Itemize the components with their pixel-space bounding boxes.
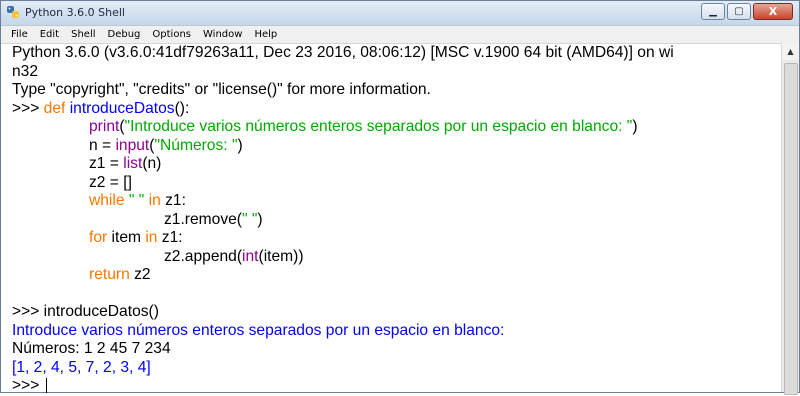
shell-token: item bbox=[107, 229, 146, 246]
shell-token: print bbox=[89, 118, 120, 135]
shell-line: print("Introduce varios números enteros … bbox=[12, 118, 781, 137]
title-bar[interactable]: Python 3.6.0 Shell ▁ ▢ X bbox=[1, 1, 799, 26]
shell-line: z2 = [] bbox=[12, 174, 781, 193]
shell-token: z1: bbox=[157, 229, 183, 246]
vertical-scrollbar[interactable]: ▲ bbox=[781, 43, 799, 395]
shell-line: n = input("Números: ") bbox=[12, 137, 781, 156]
menu-options[interactable]: Options bbox=[146, 29, 197, 40]
window-controls: ▁ ▢ X bbox=[701, 3, 793, 20]
menu-bar: File Edit Shell Debug Options Window Hel… bbox=[1, 26, 799, 44]
close-button[interactable]: X bbox=[753, 3, 793, 20]
shell-line: while " " in z1: bbox=[12, 192, 781, 211]
shell-token: n32 bbox=[12, 62, 39, 80]
shell-line: Números: 1 2 45 7 234 bbox=[12, 340, 781, 359]
shell-token: [1, 2, 4, 5, 7, 2, 3, 4] bbox=[12, 358, 151, 376]
shell-token: z2 bbox=[129, 266, 151, 283]
shell-token: while bbox=[89, 192, 125, 209]
shell-text-area[interactable]: Python 3.6.0 (v3.6.0:41df79263a11, Dec 2… bbox=[1, 43, 781, 394]
shell-token: z2.append( bbox=[164, 247, 243, 265]
menu-help[interactable]: Help bbox=[248, 29, 283, 40]
shell-token: list bbox=[123, 155, 143, 172]
shell-token: >>> introduceDatos() bbox=[12, 303, 159, 320]
shell-token: "Números: " bbox=[154, 136, 238, 154]
shell-token: z1.remove( bbox=[164, 210, 242, 228]
shell-token: (n) bbox=[142, 155, 162, 172]
menu-debug[interactable]: Debug bbox=[102, 29, 147, 40]
shell-token: ) bbox=[237, 136, 243, 154]
shell-token: ) bbox=[632, 118, 638, 135]
shell-token: " " bbox=[242, 210, 258, 228]
shell-token: "Introduce varios números enteros separa… bbox=[124, 118, 633, 135]
shell-token: (): bbox=[174, 99, 190, 117]
shell-line: z1.remove(" ") bbox=[12, 211, 781, 230]
shell-token: >>> bbox=[12, 377, 44, 394]
shell-token: (item)) bbox=[258, 247, 304, 265]
menu-shell[interactable]: Shell bbox=[65, 29, 101, 40]
close-icon: X bbox=[768, 5, 778, 18]
shell-token: " " bbox=[128, 192, 145, 209]
shell-token: z1: bbox=[160, 192, 186, 209]
maximize-button[interactable]: ▢ bbox=[727, 3, 751, 20]
idle-shell-window: Python 3.6.0 Shell ▁ ▢ X File Edit Shell… bbox=[0, 0, 800, 395]
shell-token: ) bbox=[257, 210, 263, 228]
menu-file[interactable]: File bbox=[5, 29, 34, 40]
scroll-up-icon[interactable]: ▲ bbox=[782, 43, 799, 60]
shell-token: in bbox=[145, 229, 158, 246]
shell-line: >>> def introduceDatos(): bbox=[12, 100, 781, 119]
shell-line: Type "copyright", "credits" or "license(… bbox=[12, 81, 781, 100]
shell-token: Python 3.6.0 (v3.6.0:41df79263a11, Dec 2… bbox=[12, 44, 674, 61]
shell-token: def bbox=[43, 99, 66, 117]
shell-token: >>> bbox=[12, 99, 44, 117]
shell-token: input bbox=[115, 136, 150, 154]
shell-token: in bbox=[148, 192, 161, 209]
shell-token: Type "copyright", "credits" or "license(… bbox=[12, 81, 431, 98]
minimize-icon: ▁ bbox=[709, 5, 717, 17]
minimize-button[interactable]: ▁ bbox=[701, 3, 725, 20]
shell-token: int bbox=[242, 247, 259, 265]
maximize-icon: ▢ bbox=[734, 5, 744, 17]
shell-line: n32 bbox=[12, 63, 781, 82]
shell-line: return z2 bbox=[12, 266, 781, 285]
shell-token: n = bbox=[89, 136, 116, 154]
shell-line: >>> introduceDatos() bbox=[12, 303, 781, 322]
shell-line: z2.append(int(item)) bbox=[12, 248, 781, 267]
scroll-thumb[interactable] bbox=[784, 63, 798, 395]
shell-token: for bbox=[89, 229, 108, 246]
menu-edit[interactable]: Edit bbox=[34, 29, 65, 40]
window-title: Python 3.6.0 Shell bbox=[25, 6, 125, 19]
shell-token: return bbox=[89, 266, 130, 283]
shell-token: Introduce varios números enteros separad… bbox=[12, 321, 505, 339]
shell-line: Introduce varios números enteros separad… bbox=[12, 322, 781, 341]
python-icon bbox=[7, 6, 19, 18]
shell-line: Python 3.6.0 (v3.6.0:41df79263a11, Dec 2… bbox=[12, 44, 781, 63]
shell-token: introduceDatos bbox=[69, 99, 175, 117]
text-cursor bbox=[45, 378, 47, 394]
shell-token: Números: 1 2 45 7 234 bbox=[12, 340, 171, 357]
shell-line: for item in z1: bbox=[12, 229, 781, 248]
shell-line: [1, 2, 4, 5, 7, 2, 3, 4] bbox=[12, 359, 781, 378]
shell-token: z2 = [] bbox=[89, 173, 132, 191]
menu-window[interactable]: Window bbox=[197, 29, 248, 40]
shell-token: z1 = bbox=[89, 155, 124, 172]
shell-line: z1 = list(n) bbox=[12, 155, 781, 174]
